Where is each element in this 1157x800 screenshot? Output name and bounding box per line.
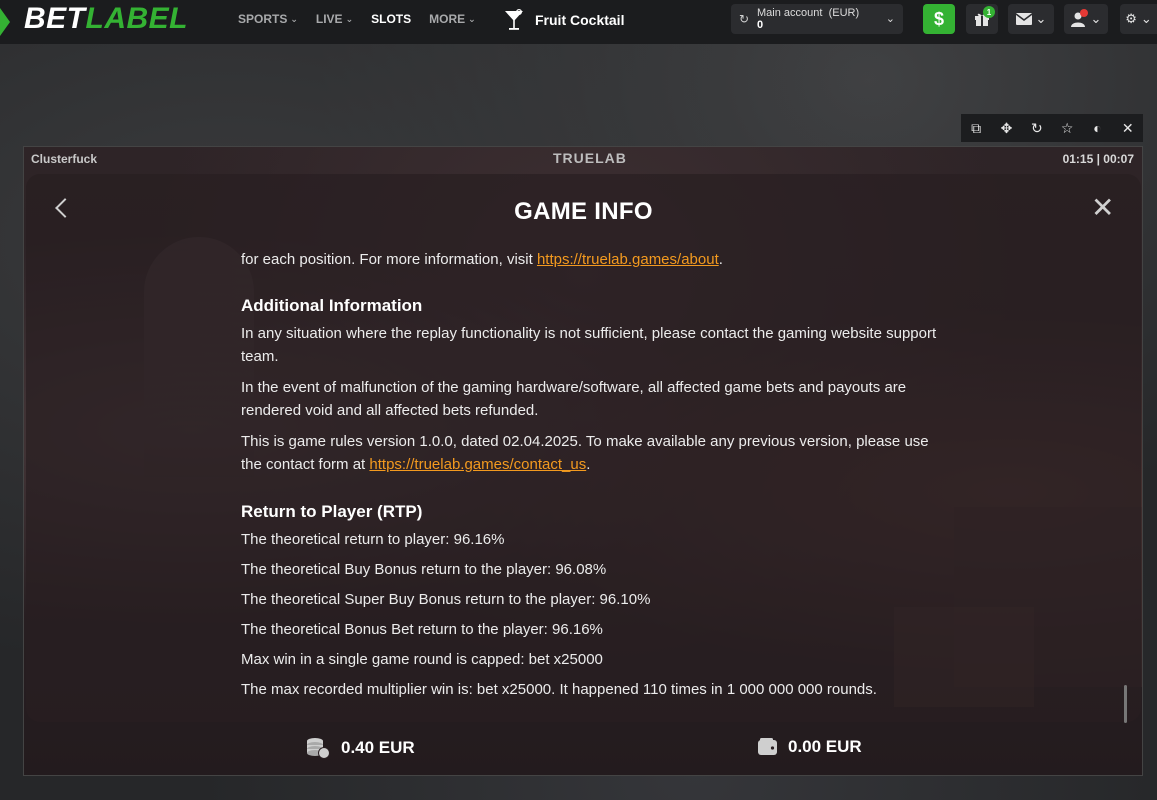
move-icon[interactable]: ✥: [993, 120, 1019, 137]
account-name: Main account: [757, 7, 823, 19]
chevron-down-icon: ⌄: [1140, 11, 1152, 26]
nav-more[interactable]: MORE ⌄: [429, 12, 476, 26]
info-paragraph: for each position. For more information,…: [241, 248, 941, 271]
cocktail-glass-icon: [505, 8, 523, 30]
top-navbar: BETLABEL SPORTS ⌄ LIVE ⌄ SLOTS MORE ⌄ Fr…: [0, 0, 1157, 44]
account-label: Main account (EUR): [757, 7, 859, 19]
rtp-heading: Return to Player (RTP): [241, 502, 423, 521]
close-icon[interactable]: ✕: [1091, 194, 1114, 222]
nav-live-label: LIVE: [315, 12, 343, 26]
chevron-down-icon: ⌄: [290, 13, 298, 24]
bet-value: 0.40 EUR: [341, 738, 415, 757]
close-icon[interactable]: ✕: [1115, 120, 1141, 137]
rtp-line: The theoretical Buy Bonus return to the …: [241, 561, 607, 578]
about-link[interactable]: https://truelab.games/about: [537, 251, 719, 268]
coins-icon: [307, 738, 330, 759]
gear-icon: ⚙: [1125, 11, 1137, 26]
game-bottom-bar: 0.40 EUR 0.00 EUR: [24, 725, 1142, 775]
nav-sports[interactable]: SPORTS ⌄: [238, 12, 298, 26]
deposit-button[interactable]: $: [923, 4, 955, 34]
intro-end: .: [718, 251, 723, 268]
game-clock: 01:15 | 00:07: [1062, 152, 1134, 166]
logo-arrow-icon: [0, 8, 10, 36]
bet-amount[interactable]: 0.40 EUR: [305, 737, 415, 759]
refresh-icon[interactable]: ↻: [731, 12, 757, 26]
wallet-value: 0.00 EUR: [788, 737, 862, 756]
version-end: .: [586, 456, 591, 473]
gift-button[interactable]: 1: [966, 4, 998, 34]
nav-more-label: MORE: [429, 12, 466, 26]
intro-text: for each position. For more information,…: [241, 251, 537, 268]
chevron-down-icon: ⌄: [885, 13, 895, 25]
messages-button[interactable]: ⌄: [1008, 4, 1054, 34]
rtp-line: The theoretical Bonus Bet return to the …: [241, 621, 603, 638]
game-title-text: Fruit Cocktail: [535, 12, 625, 28]
user-menu-button[interactable]: ⌄: [1064, 4, 1108, 34]
settings-button[interactable]: ⚙ ⌄: [1120, 4, 1157, 34]
chevron-down-icon: ⌄: [345, 13, 354, 24]
reload-icon[interactable]: ↻: [1024, 120, 1050, 137]
logo-bet-text: BET: [24, 2, 86, 35]
nav-slots-label: SLOTS: [371, 12, 412, 26]
account-selector[interactable]: ↻ Main account (EUR) 0 ⌄: [731, 4, 903, 34]
info-title: GAME INFO: [514, 198, 653, 225]
chevron-down-icon: ⌄: [1090, 11, 1102, 26]
game-info-panel: GAME INFO ✕ for each position. For more …: [26, 174, 1141, 723]
nav-live[interactable]: LIVE ⌄: [316, 12, 353, 26]
rtp-line: The max recorded multiplier win is: bet …: [241, 681, 877, 698]
info-paragraph: In the event of malfunction of the gamin…: [241, 379, 907, 419]
account-balance: 0: [757, 19, 764, 31]
expand-icon[interactable]: ⧉: [963, 120, 989, 137]
game-frame: Clusterfuck TRUELAB 01:15 | 00:07 GAME I…: [23, 146, 1143, 776]
account-info: Main account (EUR) 0: [757, 7, 859, 31]
info-paragraph: This is game rules version 1.0.0, dated …: [241, 430, 941, 476]
rtp-line: The theoretical return to player: 96.16%: [241, 531, 505, 548]
provider-logo: TRUELAB: [553, 150, 627, 166]
rtp-line: Max win in a single game round is capped…: [241, 651, 603, 668]
gift-count-badge: 1: [983, 6, 995, 18]
scrollbar[interactable]: [1124, 685, 1127, 723]
game-name: Clusterfuck: [31, 152, 98, 166]
wallet-balance: 0.00 EUR: [758, 737, 862, 757]
betlabel-logo[interactable]: BETLABEL: [24, 3, 188, 35]
chevron-down-icon: ⌄: [468, 13, 476, 24]
current-game-title[interactable]: Fruit Cocktail: [503, 8, 624, 32]
additional-info-heading: Additional Information: [241, 296, 423, 315]
chevron-down-icon: ⌄: [1035, 11, 1047, 26]
wallet-icon: [758, 738, 777, 755]
game-toolbar: ⧉ ✥ ↻ ☆ ◐ ✕: [961, 114, 1143, 142]
account-currency: (EUR): [828, 7, 860, 19]
nav-sports-label: SPORTS: [238, 12, 288, 26]
main-nav: SPORTS ⌄ LIVE ⌄ SLOTS MORE ⌄: [238, 0, 494, 38]
info-content: for each position. For more information,…: [241, 248, 941, 701]
nav-slots[interactable]: SLOTS: [371, 12, 411, 26]
envelope-icon: [1015, 13, 1032, 25]
dollar-icon: $: [933, 8, 944, 29]
rtp-line: The theoretical Super Buy Bonus return t…: [241, 591, 651, 608]
logo-label-text: LABEL: [85, 2, 188, 35]
star-icon[interactable]: ☆: [1054, 120, 1080, 137]
toggle-icon[interactable]: ◐: [1084, 120, 1110, 136]
info-paragraph: In any situation where the replay functi…: [241, 325, 937, 365]
notification-dot: [1080, 9, 1088, 17]
contact-us-link[interactable]: https://truelab.games/contact_us: [369, 456, 586, 473]
